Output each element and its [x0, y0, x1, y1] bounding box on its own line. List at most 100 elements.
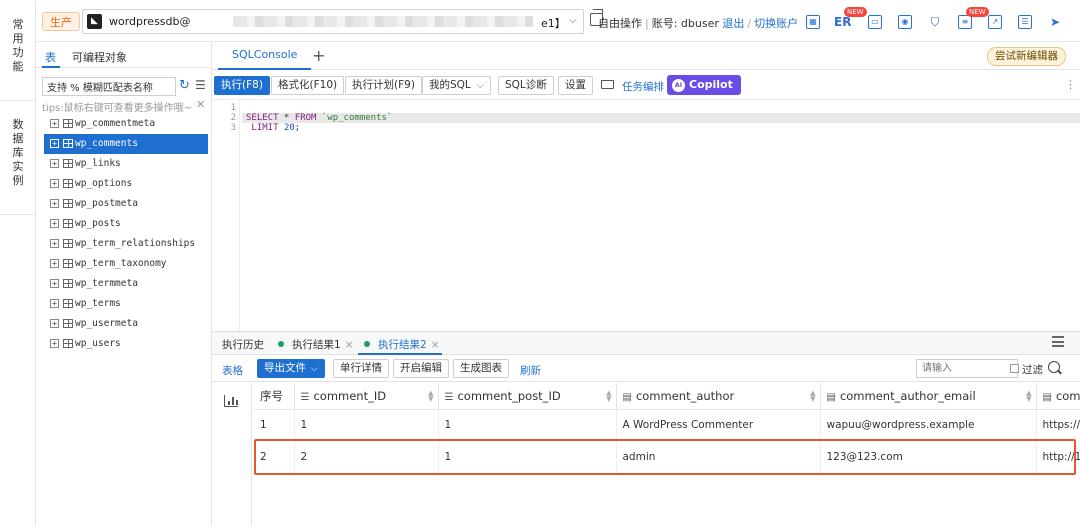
filter-input[interactable] [916, 359, 1018, 378]
table-cell[interactable]: 1 [438, 409, 617, 441]
table-grid-icon[interactable]: ▦ [806, 15, 820, 29]
close-icon[interactable]: × [431, 339, 440, 351]
table-item-wp-term-taxonomy[interactable]: + wp_term_taxonomy [44, 254, 208, 274]
try-new-editor-button[interactable]: 尝试新编辑器 [987, 47, 1066, 66]
table-item-wp-posts[interactable]: + wp_posts [44, 214, 208, 234]
switch-account-link[interactable]: 切换账户 [754, 17, 798, 30]
sort-icon[interactable]: ▲ ▼ [606, 390, 611, 403]
table-search-input[interactable] [42, 77, 176, 96]
expand-icon[interactable]: + [50, 199, 59, 208]
explain-button[interactable]: 执行计划(F9) [345, 76, 422, 95]
generate-chart-button[interactable]: 生成图表 [453, 359, 509, 378]
tab-result-2[interactable]: 执行结果2 × [364, 337, 440, 352]
chart-icon[interactable] [224, 395, 238, 407]
tab-sqlconsole[interactable]: SQLConsole [218, 42, 312, 70]
column-header[interactable]: ☰ comment_ID ▲ ▼ [294, 383, 439, 410]
expand-icon[interactable]: + [50, 139, 59, 148]
table-item-wp-comments[interactable]: + wp_comments [44, 134, 208, 154]
table-cell[interactable]: https://w [1036, 409, 1080, 441]
table-name: wp_users [75, 338, 121, 349]
expand-icon[interactable]: + [50, 319, 59, 328]
logout-link[interactable]: 退出 [722, 17, 744, 30]
column-header[interactable]: ▤ comment_author ▲ ▼ [616, 383, 821, 410]
column-header[interactable]: 序号 [254, 383, 295, 410]
refresh-icon[interactable]: ↻ [179, 78, 190, 93]
refresh-link[interactable]: 刷新 [520, 363, 541, 378]
document-icon[interactable]: ≡ [958, 15, 972, 29]
shield-icon[interactable]: ⛉ [928, 15, 942, 29]
expand-icon[interactable]: + [50, 179, 59, 188]
table-view-tab[interactable]: 表格 [222, 363, 243, 378]
er-diagram-icon[interactable]: ER [834, 15, 851, 29]
tab-programmable-objects[interactable]: 可编程对象 [72, 49, 127, 65]
settings-button[interactable]: 设置 [558, 76, 593, 95]
sql-diagnose-button[interactable]: SQL诊断 [498, 76, 554, 95]
line-number: 2 [230, 113, 236, 123]
table-item-wp-term-relationships[interactable]: + wp_term_relationships [44, 234, 208, 254]
expand-icon[interactable]: + [50, 279, 59, 288]
table-cell[interactable]: http://12 [1036, 441, 1080, 473]
my-sql-dropdown[interactable]: 我的SQL ⌵ [422, 76, 491, 95]
execute-button[interactable]: 执行(F8) [214, 76, 270, 95]
table-row[interactable]: 221admin123@123.comhttp://12 [254, 441, 1080, 473]
column-header[interactable]: ▤ com [1036, 383, 1080, 410]
search-icon[interactable] [1048, 361, 1060, 373]
rail-db-instances[interactable]: 数 据 库 实 例 [0, 118, 36, 188]
column-header[interactable]: ☰ comment_post_ID ▲ ▼ [438, 383, 617, 410]
filter-checkbox[interactable] [1010, 364, 1019, 373]
expand-icon[interactable]: + [50, 299, 59, 308]
list-menu-icon[interactable]: ☰ [195, 78, 206, 92]
send-icon[interactable]: ➤ [1048, 15, 1062, 29]
table-item-wp-termmeta[interactable]: + wp_termmeta [44, 274, 208, 294]
sort-icon[interactable]: ▲ ▼ [1026, 390, 1031, 403]
table-cell[interactable]: 2 [294, 441, 439, 473]
keyboard-icon[interactable] [601, 80, 614, 89]
chat-icon[interactable]: ◉ [898, 15, 912, 29]
copilot-button[interactable]: AI Copilot [667, 75, 741, 95]
table-item-wp-terms[interactable]: + wp_terms [44, 294, 208, 314]
table-cell[interactable]: 1 [254, 409, 295, 441]
table-item-wp-postmeta[interactable]: + wp_postmeta [44, 194, 208, 214]
tab-tables[interactable]: 表 [45, 49, 56, 65]
table-row[interactable]: 111A WordPress Commenter wapuu@wordpress.… [254, 409, 1080, 441]
monitor-icon[interactable]: ▭ [868, 15, 882, 29]
more-icon[interactable]: ⋮ [1065, 78, 1076, 91]
close-icon[interactable]: × [345, 339, 354, 351]
close-icon[interactable]: ✕ [196, 98, 205, 111]
table-cell[interactable]: admin [616, 441, 821, 473]
sort-icon[interactable]: ▲ ▼ [810, 390, 815, 403]
table-cell[interactable]: 123@123.com [820, 441, 1037, 473]
list-icon[interactable]: ☰ [1018, 15, 1032, 29]
add-tab-button[interactable]: + [312, 46, 325, 65]
table-item-wp-commentmeta[interactable]: + wp_commentmeta [44, 114, 208, 134]
expand-icon[interactable]: + [50, 159, 59, 168]
task-schedule-link[interactable]: 任务编排 [622, 79, 664, 94]
database-selector[interactable]: ◣ wordpressdb@ e1】 ⌵ [82, 9, 584, 34]
table-item-wp-users[interactable]: + wp_users [44, 334, 208, 354]
tab-execution-history[interactable]: 执行历史 [222, 337, 264, 352]
table-cell[interactable]: 2 [254, 441, 295, 473]
table-item-wp-options[interactable]: + wp_options [44, 174, 208, 194]
table-item-wp-usermeta[interactable]: + wp_usermeta [44, 314, 208, 334]
expand-icon[interactable]: + [50, 239, 59, 248]
table-cell[interactable]: 1 [438, 441, 617, 473]
menu-icon[interactable] [1052, 336, 1064, 347]
export-icon[interactable]: ↗ [988, 15, 1002, 29]
sql-editor[interactable]: 1 2 3 SELECT * FROM `wp_comments` LIMIT … [212, 99, 1080, 332]
rail-common-functions[interactable]: 常 用 功 能 [0, 0, 36, 74]
table-cell[interactable]: A WordPress Commenter [616, 409, 821, 441]
sort-icon[interactable]: ▲ ▼ [428, 390, 433, 403]
expand-icon[interactable]: + [50, 219, 59, 228]
expand-icon[interactable]: + [50, 259, 59, 268]
table-cell[interactable]: 1 [294, 409, 439, 441]
table-cell[interactable]: wapuu@wordpress.example [820, 409, 1037, 441]
format-button[interactable]: 格式化(F10) [271, 76, 345, 95]
column-header[interactable]: ▤ comment_author_email ▲ ▼ [820, 383, 1037, 410]
tab-result-1[interactable]: 执行结果1 × [278, 337, 354, 352]
expand-icon[interactable]: + [50, 339, 59, 348]
enable-edit-button[interactable]: 开启编辑 [393, 359, 449, 378]
export-file-dropdown[interactable]: 导出文件 ⌵ [257, 359, 325, 378]
expand-icon[interactable]: + [50, 119, 59, 128]
table-item-wp-links[interactable]: + wp_links [44, 154, 208, 174]
row-detail-button[interactable]: 单行详情 [333, 359, 389, 378]
